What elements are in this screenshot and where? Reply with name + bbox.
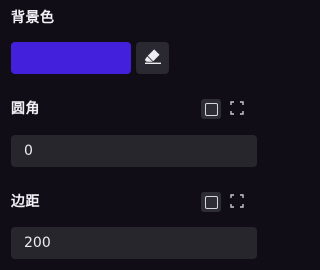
clear-color-button[interactable] <box>136 42 169 74</box>
radius-uniform-toggle[interactable] <box>201 99 221 119</box>
padding-uniform-toggle[interactable] <box>201 192 221 212</box>
padding-label: 边距 <box>11 194 40 210</box>
individual-corners-icon <box>230 100 244 119</box>
uniform-square-icon <box>204 102 218 116</box>
uniform-square-icon <box>204 195 218 209</box>
corner-radius-input[interactable]: 0 <box>11 135 257 167</box>
background-color-swatch[interactable] <box>11 42 131 74</box>
individual-sides-icon <box>230 193 244 212</box>
eraser-icon <box>144 48 162 68</box>
background-color-label: 背景色 <box>11 10 55 26</box>
padding-individual-toggle[interactable] <box>227 192 247 212</box>
corner-radius-label: 圆角 <box>11 101 40 117</box>
padding-input[interactable]: 200 <box>11 227 257 259</box>
radius-individual-toggle[interactable] <box>227 99 247 119</box>
